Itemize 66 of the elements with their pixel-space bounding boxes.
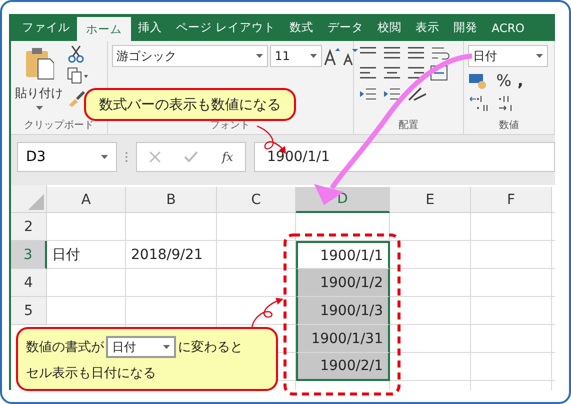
paste-button[interactable]: 貼り付け xyxy=(15,85,63,102)
font-size-field[interactable]: 11 xyxy=(270,45,322,67)
copy-icon[interactable] xyxy=(67,67,89,85)
align-bottom-icon[interactable] xyxy=(406,45,426,61)
ribbon-tab[interactable]: ホーム xyxy=(77,17,131,41)
column-header[interactable]: F xyxy=(471,187,552,213)
group-label: 配置 xyxy=(397,119,420,133)
table-cell: 1900/1/3 xyxy=(296,297,390,325)
callout-text: 数値の書式が xyxy=(26,339,104,356)
increase-indent-icon[interactable] xyxy=(382,86,402,102)
ribbon-tab[interactable]: 表示 xyxy=(408,14,447,41)
table-cell: 1900/1/1 xyxy=(296,241,390,269)
group-label: クリップボード xyxy=(22,119,95,133)
increase-decimal-icon[interactable] xyxy=(468,94,490,112)
group-label: 数値 xyxy=(498,119,520,133)
table-cell: 日付 xyxy=(47,241,126,269)
align-left-icon[interactable] xyxy=(358,65,378,81)
grow-font-icon[interactable] xyxy=(324,46,340,66)
name-box[interactable]: D3 xyxy=(17,142,117,172)
caret-icon xyxy=(36,106,42,110)
wrap-text-icon[interactable] xyxy=(430,45,450,61)
table-cell: 1900/1/31 xyxy=(296,325,390,353)
caret-icon xyxy=(163,345,170,349)
row-header[interactable]: 5 xyxy=(11,297,47,325)
table-cell: 1900/2/1 xyxy=(296,353,390,381)
decrease-indent-icon[interactable] xyxy=(358,86,378,102)
group-label: フォント xyxy=(209,119,252,133)
caret-icon xyxy=(256,54,263,58)
formula-field[interactable]: 1900/1/1 xyxy=(254,142,555,172)
ribbon-tab[interactable]: 開発 xyxy=(446,14,485,41)
row-header[interactable]: 2 xyxy=(11,213,47,241)
table-cell: 2018/9/21 xyxy=(126,241,217,269)
font-name-field[interactable]: 游ゴシック xyxy=(112,45,268,67)
number-format-field[interactable]: 日付 xyxy=(468,45,548,67)
ribbon-tab[interactable]: 校閲 xyxy=(370,14,409,41)
align-center-icon[interactable] xyxy=(382,65,402,81)
column-header[interactable]: E xyxy=(390,187,471,213)
ribbon-tab[interactable]: ファイル xyxy=(15,14,77,41)
column-header[interactable]: A xyxy=(47,187,126,213)
brush-icon[interactable] xyxy=(67,89,85,107)
ribbon-tab[interactable]: 数式 xyxy=(282,14,321,41)
table-cell: 1900/1/2 xyxy=(296,269,390,297)
insert-function-button[interactable]: fx xyxy=(222,150,234,164)
shrink-font-icon[interactable] xyxy=(342,46,358,66)
check-icon[interactable] xyxy=(184,151,198,163)
ribbon-tab[interactable]: 挿入 xyxy=(131,14,169,41)
ribbon-tab[interactable]: データ xyxy=(320,14,371,41)
clipboard-icon[interactable] xyxy=(24,45,54,81)
column-header[interactable]: C xyxy=(217,187,296,213)
caret-icon xyxy=(536,54,544,58)
align-middle-icon[interactable] xyxy=(382,45,402,61)
comma-button[interactable]: , xyxy=(517,71,524,90)
caret-icon xyxy=(101,155,108,159)
ribbon-tab[interactable]: ページ レイアウト xyxy=(169,14,283,41)
column-header[interactable]: B xyxy=(126,187,217,213)
ribbon-tab[interactable]: ACRO xyxy=(484,14,532,41)
align-right-icon[interactable] xyxy=(406,65,426,81)
callout-text: に変わると xyxy=(178,339,243,356)
row-header[interactable]: 4 xyxy=(11,269,47,297)
scissors-icon[interactable] xyxy=(67,45,85,63)
callout-text: セル表示も日付になる xyxy=(26,365,156,382)
grip-icon xyxy=(125,151,128,163)
row-header[interactable]: 3 xyxy=(11,241,47,269)
callout-note: 数式バーの表示も数値になる xyxy=(84,88,296,121)
percent-button[interactable]: % xyxy=(496,71,512,90)
caret-icon xyxy=(310,54,317,58)
